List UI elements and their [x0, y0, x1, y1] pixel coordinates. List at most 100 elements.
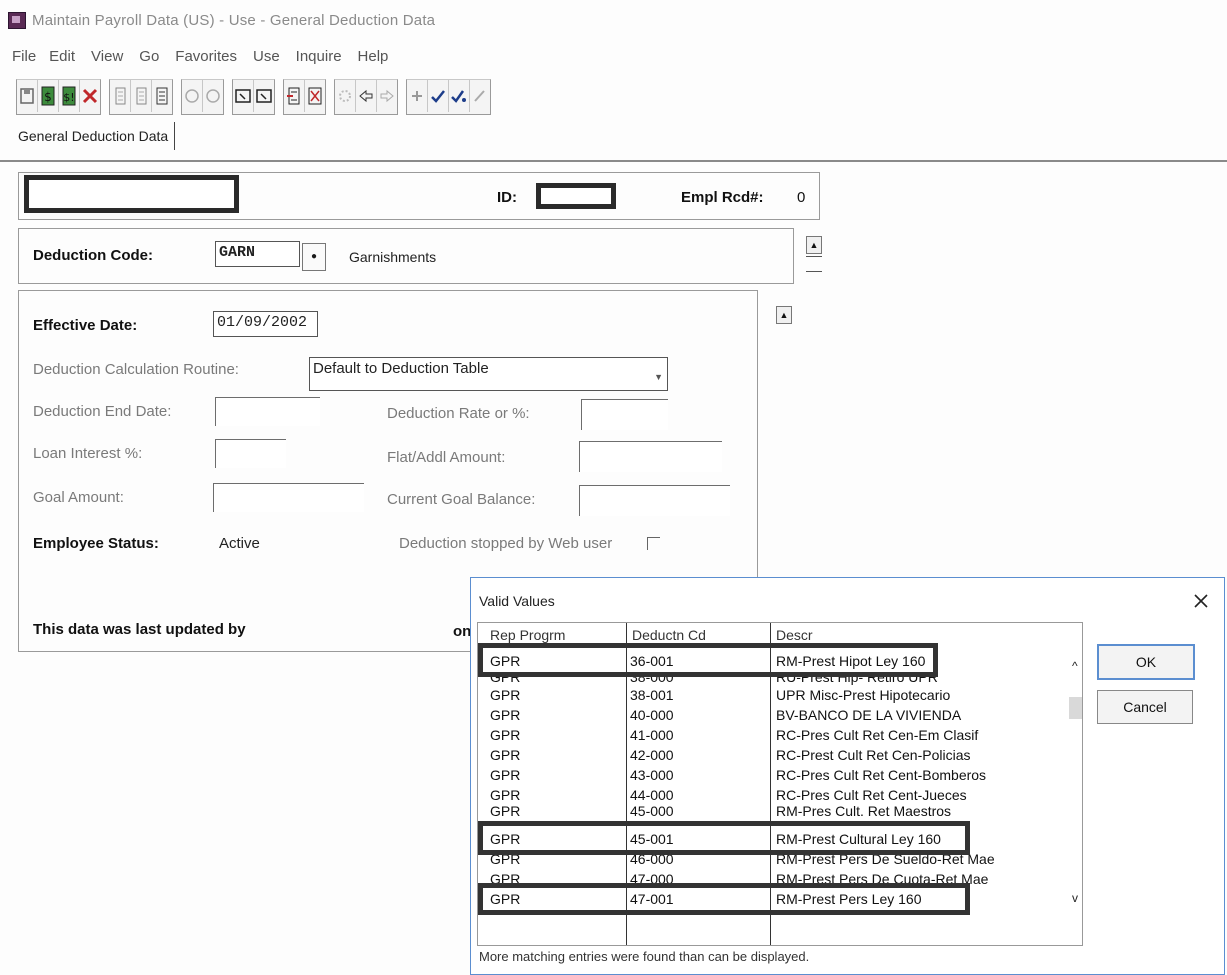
last-updated-on-label: on: [453, 623, 472, 640]
column-header-deductn-cd[interactable]: Deductn Cd: [632, 627, 706, 643]
loan-interest-input[interactable]: [215, 439, 286, 468]
toolbar-group-window: [232, 79, 275, 115]
current-goal-input[interactable]: [579, 485, 730, 516]
deduction-code-lookup-button[interactable]: ●: [302, 243, 326, 271]
title-bar: Maintain Payroll Data (US) - Use - Gener…: [0, 0, 1227, 36]
employee-status-value: Active: [219, 535, 260, 552]
lookup-icon[interactable]: [182, 80, 203, 112]
rate-label: Deduction Rate or %:: [387, 405, 530, 422]
list-item[interactable]: GPR 43-000 RC-Pres Cult Ret Cent-Bomberos: [478, 765, 1068, 785]
column-header-descr[interactable]: Descr: [776, 627, 813, 643]
update-icon[interactable]: [284, 80, 305, 112]
calc-routine-value: Default to Deduction Table: [313, 360, 489, 377]
effective-date-input[interactable]: 01/09/2002: [213, 311, 318, 337]
menu-inquire[interactable]: Inquire: [296, 48, 342, 70]
lookup-alt-icon[interactable]: [203, 80, 223, 112]
empl-rcd-label: Empl Rcd#:: [681, 189, 764, 206]
window-icon[interactable]: [233, 80, 254, 112]
stopped-by-web-label: Deduction stopped by Web user: [399, 535, 613, 552]
tab-general-deduction-data[interactable]: General Deduction Data: [12, 122, 176, 150]
toolbar-group-rows: [109, 79, 173, 115]
forward-icon[interactable]: [377, 80, 397, 112]
flat-amount-label: Flat/Addl Amount:: [387, 449, 506, 466]
insert-row-icon[interactable]: [110, 80, 131, 112]
delete-icon[interactable]: [80, 80, 100, 112]
last-updated-label: This data was last updated by: [33, 621, 246, 638]
back-icon[interactable]: [356, 80, 377, 112]
list-item[interactable]: GPR 40-000 BV-BANCO DE LA VIVIENDA: [478, 705, 1068, 725]
column-header-rep-progrm[interactable]: Rep Progrm: [490, 627, 565, 643]
deduction-code-scroll-line: [806, 256, 822, 272]
vertical-scrollbar-thumb[interactable]: [1069, 697, 1082, 719]
menu-view[interactable]: View: [91, 48, 123, 70]
save-icon[interactable]: [17, 80, 38, 112]
scroll-up-button[interactable]: ^: [1072, 659, 1078, 673]
deduction-code-description: Garnishments: [349, 249, 437, 265]
ok-button[interactable]: OK: [1097, 644, 1195, 680]
list-item[interactable]: GPR 45-000 RM-Pres Cult. Ret Maestros: [478, 801, 1068, 821]
view-all-icon[interactable]: [152, 80, 172, 112]
menu-file[interactable]: File: [12, 48, 36, 70]
menu-help[interactable]: Help: [358, 48, 389, 70]
valid-values-dialog: Valid Values Rep Progrm Deductn Cd Descr…: [470, 577, 1225, 975]
deduction-code-panel: Deduction Code: GARN ● Garnishments: [18, 228, 794, 284]
close-icon[interactable]: [1192, 586, 1210, 617]
deduction-code-label: Deduction Code:: [33, 247, 153, 264]
highlight-box: [478, 821, 970, 855]
flat-amount-input[interactable]: [579, 441, 722, 472]
employee-status-label: Employee Status:: [33, 535, 159, 552]
end-date-input[interactable]: [215, 397, 320, 426]
menu-go[interactable]: Go: [139, 48, 159, 70]
employee-header-panel: ID: Empl Rcd#: 0: [18, 172, 820, 220]
correct-history-icon[interactable]: [305, 80, 325, 112]
redacted-id: [536, 183, 616, 209]
check-all-icon[interactable]: [449, 80, 470, 112]
tab-divider: [0, 160, 1227, 162]
delete-row-icon[interactable]: [131, 80, 152, 112]
calc-routine-select[interactable]: Default to Deduction Table ▼: [309, 357, 668, 391]
chevron-down-icon[interactable]: ▼: [654, 366, 663, 388]
toolbar-group-save: $ $!: [16, 79, 101, 115]
menu-bar: File Edit View Go Favorites Use Inquire …: [12, 48, 404, 70]
deduction-code-input[interactable]: GARN: [215, 241, 300, 267]
window-alt-icon[interactable]: [254, 80, 274, 112]
list-item[interactable]: GPR 42-000 RC-Prest Cult Ret Cen-Policias: [478, 745, 1068, 765]
app-icon: [8, 12, 26, 29]
svg-text:$: $: [44, 90, 52, 104]
toolbar: $ $!: [16, 78, 499, 116]
cancel-button[interactable]: Cancel: [1097, 690, 1193, 724]
menu-favorites[interactable]: Favorites: [175, 48, 237, 70]
end-date-label: Deduction End Date:: [33, 403, 172, 420]
goal-amount-input[interactable]: [213, 483, 364, 512]
previous-in-list-icon[interactable]: $!: [59, 80, 80, 112]
svg-text:$!: $!: [63, 91, 74, 104]
highlight-box: [478, 643, 938, 677]
effective-date-label: Effective Date:: [33, 317, 138, 334]
window-title: Maintain Payroll Data (US) - Use - Gener…: [32, 12, 436, 29]
calc-routine-label: Deduction Calculation Routine:: [33, 361, 239, 378]
menu-use[interactable]: Use: [253, 48, 280, 70]
redacted-employee-name: [24, 175, 239, 213]
add-icon[interactable]: [407, 80, 428, 112]
stopped-by-web-checkbox[interactable]: [647, 537, 660, 550]
details-scroll-up[interactable]: ▲: [776, 306, 792, 324]
dialog-footer-message: More matching entries were found than ca…: [479, 949, 810, 964]
toolbar-group-lookup: [181, 79, 224, 115]
rate-input[interactable]: [581, 399, 668, 430]
toolbar-group-nav: [334, 79, 398, 115]
edit-icon[interactable]: [470, 80, 490, 112]
valid-values-list: Rep Progrm Deductn Cd Descr GPR 36-001 RM-…: [477, 622, 1083, 946]
dialog-title: Valid Values: [479, 593, 555, 609]
menu-edit[interactable]: Edit: [49, 48, 75, 70]
loan-interest-label: Loan Interest %:: [33, 445, 143, 462]
goal-amount-label: Goal Amount:: [33, 489, 124, 506]
refresh-icon[interactable]: [335, 80, 356, 112]
next-in-list-icon[interactable]: $: [38, 80, 59, 112]
list-item[interactable]: GPR 38-001 UPR Misc-Prest Hipotecario: [478, 685, 1068, 705]
scroll-down-button[interactable]: v: [1072, 891, 1078, 905]
deduction-code-scroll-up[interactable]: ▲: [806, 236, 822, 254]
toolbar-group-actions: [406, 79, 491, 115]
current-goal-label: Current Goal Balance:: [387, 491, 536, 508]
list-item[interactable]: GPR 41-000 RC-Pres Cult Ret Cen-Em Clasif: [478, 725, 1068, 745]
check-icon[interactable]: [428, 80, 449, 112]
